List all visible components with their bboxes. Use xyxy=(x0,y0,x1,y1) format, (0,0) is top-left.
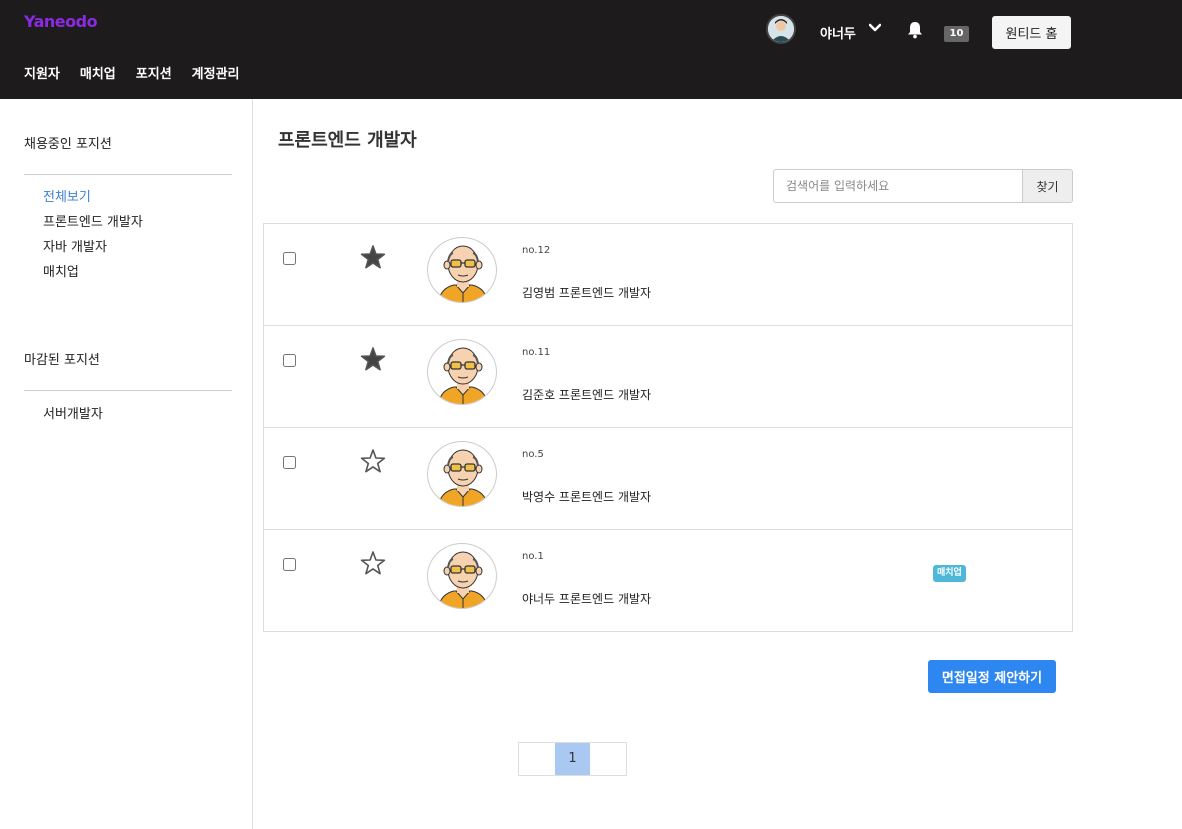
applicant-list: no.12 김영범 프론트엔드 개발자 no.11 김준호 프론트엔드 개발자 … xyxy=(263,223,1073,632)
applicant-name[interactable]: 김준호 프론트엔드 개발자 xyxy=(522,386,651,403)
pagination-next[interactable] xyxy=(590,743,626,775)
sidebar: 채용중인 포지션 전체보기 프론트엔드 개발자 자바 개발자 매치업 마감된 포… xyxy=(0,99,253,829)
applicant-avatar xyxy=(427,543,497,609)
sidebar-divider xyxy=(24,390,232,391)
user-avatar-icon xyxy=(768,16,794,42)
applicant-row[interactable]: no.5 박영수 프론트엔드 개발자 xyxy=(264,428,1072,530)
open-positions-list: 전체보기 프론트엔드 개발자 자바 개발자 매치업 xyxy=(43,185,143,285)
applicant-number: no.5 xyxy=(522,449,544,460)
applicant-row[interactable]: no.11 김준호 프론트엔드 개발자 xyxy=(264,326,1072,428)
notification-count-badge[interactable]: 10 xyxy=(944,26,969,42)
open-positions-title: 채용중인 포지션 xyxy=(24,137,112,152)
top-navigation-bar: Yaneodo 지원자 매치업 포지션 계정관리 야너두 10 원티드 홈 xyxy=(0,0,1182,99)
applicant-checkbox[interactable] xyxy=(283,252,296,265)
applicant-avatar xyxy=(427,339,497,405)
closed-positions-title: 마감된 포지션 xyxy=(24,353,100,368)
applicant-avatar-icon xyxy=(437,551,489,608)
nav-item-applicants[interactable]: 지원자 xyxy=(24,63,60,82)
applicant-avatar-icon xyxy=(437,245,489,302)
nav-item-account[interactable]: 계정관리 xyxy=(192,63,240,82)
applicant-name[interactable]: 야너두 프론트엔드 개발자 xyxy=(522,590,651,607)
pagination: 1 xyxy=(518,742,627,776)
applicant-checkbox[interactable] xyxy=(283,456,296,469)
sidebar-item-matchup[interactable]: 매치업 xyxy=(43,260,143,285)
wanted-home-button[interactable]: 원티드 홈 xyxy=(992,16,1071,49)
user-name[interactable]: 야너두 xyxy=(820,23,856,42)
closed-positions-list: 서버개발자 xyxy=(43,402,103,427)
sidebar-item-server[interactable]: 서버개발자 xyxy=(43,402,103,427)
applicant-avatar-icon xyxy=(437,347,489,404)
applicant-checkbox[interactable] xyxy=(283,558,296,571)
main-nav: 지원자 매치업 포지션 계정관리 xyxy=(24,63,240,82)
chevron-down-icon[interactable] xyxy=(869,22,881,34)
applicant-name[interactable]: 김영범 프론트엔드 개발자 xyxy=(522,284,651,301)
sidebar-divider xyxy=(24,174,232,175)
sidebar-item-frontend[interactable]: 프론트엔드 개발자 xyxy=(43,210,143,235)
applicant-number: no.11 xyxy=(522,347,551,358)
applicant-row[interactable]: no.12 김영범 프론트엔드 개발자 xyxy=(264,224,1072,326)
star-filled-icon[interactable] xyxy=(360,244,386,270)
nav-item-matchup[interactable]: 매치업 xyxy=(80,63,116,82)
applicant-avatar xyxy=(427,237,497,303)
star-outline-icon[interactable] xyxy=(360,448,386,474)
pagination-prev[interactable] xyxy=(519,743,555,775)
bell-icon[interactable] xyxy=(907,21,923,39)
logo[interactable]: Yaneodo xyxy=(24,12,98,31)
applicant-row[interactable]: no.1 야너두 프론트엔드 개발자 매치업 xyxy=(264,530,1072,631)
applicant-avatar-icon xyxy=(437,449,489,506)
search-input[interactable] xyxy=(773,169,1023,203)
sidebar-item-all[interactable]: 전체보기 xyxy=(43,185,143,210)
nav-item-positions[interactable]: 포지션 xyxy=(136,63,172,82)
star-filled-icon[interactable] xyxy=(360,346,386,372)
pagination-page-current[interactable]: 1 xyxy=(554,743,591,775)
applicant-number: no.1 xyxy=(522,551,544,562)
sidebar-item-java[interactable]: 자바 개발자 xyxy=(43,235,143,260)
user-avatar[interactable] xyxy=(766,14,796,44)
star-outline-icon[interactable] xyxy=(360,550,386,576)
applicant-number: no.12 xyxy=(522,245,551,256)
applicant-name[interactable]: 박영수 프론트엔드 개발자 xyxy=(522,488,651,505)
propose-interview-button[interactable]: 면접일정 제안하기 xyxy=(928,660,1056,693)
matchup-badge: 매치업 xyxy=(933,565,966,582)
applicant-checkbox[interactable] xyxy=(283,354,296,367)
applicant-avatar xyxy=(427,441,497,507)
search-button[interactable]: 찾기 xyxy=(1022,169,1073,203)
page-title: 프론트엔드 개발자 xyxy=(278,130,417,151)
